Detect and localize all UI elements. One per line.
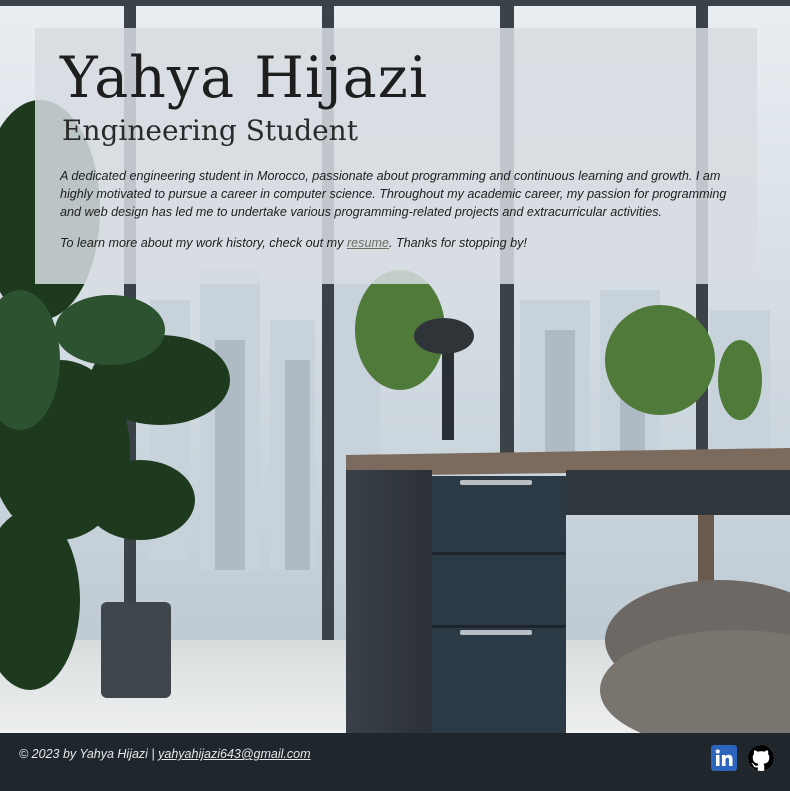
- bio-paragraph: A dedicated engineering student in Moroc…: [60, 169, 727, 219]
- social-links: [711, 745, 774, 771]
- linkedin-icon: [711, 745, 737, 771]
- resume-paragraph: To learn more about my work history, che…: [60, 234, 731, 252]
- copyright-text: © 2023 by Yahya Hijazi |: [19, 747, 159, 761]
- subtitle: Engineering Student: [62, 114, 358, 147]
- resume-text-before: To learn more about my work history, che…: [60, 236, 347, 250]
- copyright: © 2023 by Yahya Hijazi | yahyahijazi643@…: [19, 747, 311, 761]
- resume-link[interactable]: resume: [347, 236, 389, 250]
- intro-card: Yahya Hijazi Engineering Student A dedic…: [35, 28, 757, 284]
- github-icon: [748, 745, 774, 771]
- email-link[interactable]: yahyahijazi643@gmail.com: [158, 747, 310, 761]
- linkedin-link[interactable]: [711, 745, 737, 771]
- github-link[interactable]: [748, 745, 774, 771]
- footer: © 2023 by Yahya Hijazi | yahyahijazi643@…: [0, 733, 790, 791]
- page-title: Yahya Hijazi: [60, 45, 429, 111]
- resume-text-after: . Thanks for stopping by!: [388, 236, 527, 250]
